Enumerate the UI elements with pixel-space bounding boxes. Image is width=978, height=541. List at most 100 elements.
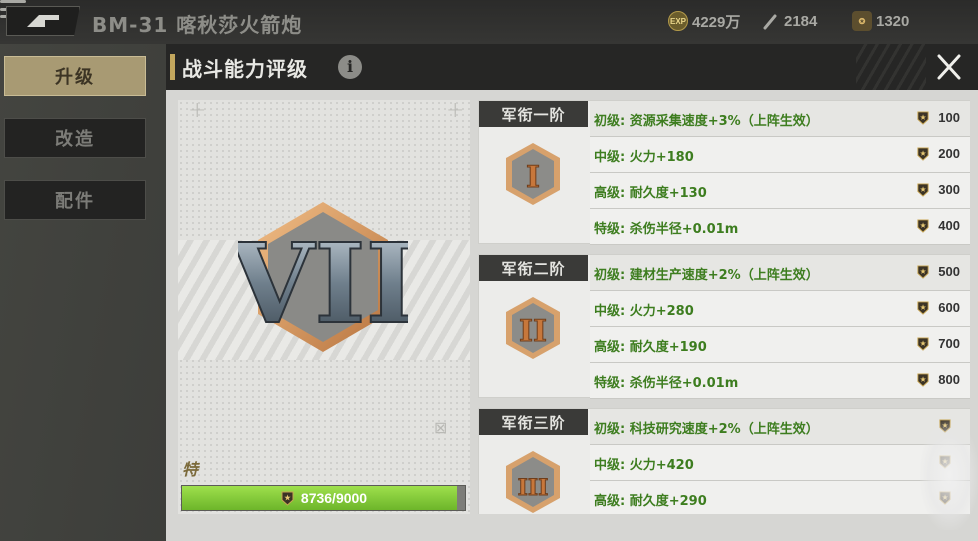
medal-value: 1320 bbox=[876, 12, 910, 30]
tier-card: 军衔二阶 II 初级: 建材生产速度+2%（上阵生效） ★ 500 中级: 火力… bbox=[478, 254, 970, 399]
sidebar-item-modify[interactable]: 改造 bbox=[4, 118, 146, 158]
medal-icon: ✪ bbox=[852, 11, 872, 31]
modal-body: + + VII ⊠ 特 ★ 8736/9000 军衔一阶 I 初级: 资源采集速… bbox=[166, 90, 978, 541]
progress-content: ★ 8736/9000 bbox=[182, 486, 465, 510]
close-button[interactable] bbox=[932, 52, 966, 82]
cost-value: 400 bbox=[938, 218, 960, 233]
svg-text:I: I bbox=[526, 160, 540, 195]
svg-text:III: III bbox=[518, 475, 549, 501]
medal-icon: ★ bbox=[915, 264, 930, 279]
parts-resource: 2184 bbox=[762, 10, 817, 32]
tier-bonus-row: 中级: 火力+280 ★ 600 bbox=[590, 291, 970, 327]
rank-emblem-panel: + + VII ⊠ bbox=[178, 98, 470, 514]
tier-badge-icon: II bbox=[506, 297, 560, 359]
medal-icon: ★ bbox=[915, 336, 930, 351]
unit-title: BM-31 喀秋莎火箭炮 bbox=[92, 13, 303, 37]
sidebar-item-label: 升级 bbox=[55, 67, 95, 88]
corner-mark-icon: ⊠ bbox=[434, 418, 448, 437]
bonus-text: 初级: 科技研究速度+2%（上阵生效） bbox=[594, 422, 819, 437]
tier-rows: 初级: 建材生产速度+2%（上阵生效） ★ 500 中级: 火力+280 ★ 6… bbox=[590, 255, 970, 399]
tier-badge: III bbox=[503, 449, 563, 514]
bonus-text: 初级: 资源采集速度+3%（上阵生效） bbox=[594, 114, 819, 129]
blurred-overlay bbox=[920, 420, 978, 530]
tier-badge: II bbox=[503, 295, 563, 365]
corner-plus-icon: + bbox=[446, 98, 465, 123]
medal-resource: ✪ 1320 bbox=[852, 10, 909, 32]
header-accent-bar bbox=[170, 54, 175, 80]
svg-text:★: ★ bbox=[284, 494, 291, 502]
tier-bonus-row: 特级: 杀伤半径+0.01m ★ 400 bbox=[590, 209, 970, 245]
cost-value: 300 bbox=[938, 182, 960, 197]
exp-value: 4229万 bbox=[692, 13, 741, 31]
tier-bonus-row: 初级: 资源采集速度+3%（上阵生效） ★ 100 bbox=[590, 101, 970, 137]
sidebar-item-upgrade[interactable]: 升级 bbox=[4, 56, 146, 96]
tier-title: 军衔二阶 bbox=[479, 255, 588, 281]
info-icon[interactable]: i bbox=[338, 55, 362, 79]
corner-plus-icon: + bbox=[188, 98, 207, 123]
tier-badge-icon: III bbox=[506, 451, 560, 513]
medal-icon: ★ bbox=[280, 491, 295, 506]
tier-bonus-row: 初级: 科技研究速度+2%（上阵生效） ★ bbox=[590, 409, 970, 445]
wrench-icon bbox=[763, 14, 777, 30]
medal-icon: ★ bbox=[915, 372, 930, 387]
medal-icon: ★ bbox=[915, 110, 930, 125]
bonus-cost: ★ 700 bbox=[915, 336, 960, 351]
cost-value: 100 bbox=[938, 110, 960, 125]
close-icon bbox=[937, 54, 961, 80]
bonus-cost: ★ 300 bbox=[915, 182, 960, 197]
medal-icon: ★ bbox=[915, 300, 930, 315]
combat-rating-modal: 战斗能力评级 i + + VII ⊠ 特 ★ 8736/9000 军衔一阶 I … bbox=[166, 44, 978, 541]
back-arrow-icon bbox=[27, 15, 59, 27]
medal-icon: ★ bbox=[915, 182, 930, 197]
tier-bonus-row: 高级: 耐久度+290 ★ bbox=[590, 481, 970, 514]
bonus-text: 特级: 杀伤半径+0.01m bbox=[594, 376, 739, 391]
cost-value: 700 bbox=[938, 336, 960, 351]
tier-rows: 初级: 资源采集速度+3%（上阵生效） ★ 100 中级: 火力+180 ★ 2… bbox=[590, 101, 970, 245]
modal-header: 战斗能力评级 i bbox=[166, 44, 978, 90]
progress-text: 8736/9000 bbox=[300, 490, 368, 506]
rank-progress-bar: ★ 8736/9000 bbox=[181, 485, 466, 511]
tier-bonus-row: 中级: 火力+180 ★ 200 bbox=[590, 137, 970, 173]
sidebar-item-parts[interactable]: 配件 bbox=[4, 180, 146, 220]
bonus-text: 高级: 耐久度+190 bbox=[594, 340, 707, 355]
bonus-cost: ★ 400 bbox=[915, 218, 960, 233]
tier-card: 军衔一阶 I 初级: 资源采集速度+3%（上阵生效） ★ 100 中级: 火力+… bbox=[478, 100, 970, 245]
rank-emblem-icon: VII bbox=[238, 202, 408, 352]
bonus-text: 初级: 建材生产速度+2%（上阵生效） bbox=[594, 268, 819, 283]
bonus-cost: ★ 800 bbox=[915, 372, 960, 387]
bonus-text: 特级: 杀伤半径+0.01m bbox=[594, 222, 739, 237]
rank-numeral: VII bbox=[238, 219, 408, 348]
bonus-text: 中级: 火力+280 bbox=[594, 304, 694, 319]
sidebar-item-label: 配件 bbox=[55, 191, 95, 212]
tier-list: 军衔一阶 I 初级: 资源采集速度+3%（上阵生效） ★ 100 中级: 火力+… bbox=[478, 100, 978, 514]
cost-value: 500 bbox=[938, 264, 960, 279]
medal-icon: ★ bbox=[915, 146, 930, 161]
bonus-cost: ★ 600 bbox=[915, 300, 960, 315]
tier-bonus-row: 中级: 火力+420 ★ bbox=[590, 445, 970, 481]
back-button[interactable] bbox=[6, 6, 80, 36]
sidebar-item-label: 改造 bbox=[55, 129, 95, 150]
cost-value: 800 bbox=[938, 372, 960, 387]
bonus-text: 中级: 火力+420 bbox=[594, 458, 694, 473]
tier-rows: 初级: 科技研究速度+2%（上阵生效） ★ 中级: 火力+420 ★ 高级: 耐… bbox=[590, 409, 970, 514]
exp-icon: EXP bbox=[668, 11, 688, 31]
bonus-cost: ★ 200 bbox=[915, 146, 960, 161]
tier-bonus-row: 高级: 耐久度+190 ★ 700 bbox=[590, 327, 970, 363]
bonus-text: 中级: 火力+180 bbox=[594, 150, 694, 165]
tier-bonus-row: 特级: 杀伤半径+0.01m ★ 800 bbox=[590, 363, 970, 399]
exp-resource: EXP 4229万 bbox=[668, 10, 740, 32]
bonus-text: 高级: 耐久度+130 bbox=[594, 186, 707, 201]
tier-title: 军衔一阶 bbox=[479, 101, 588, 127]
modal-title: 战斗能力评级 bbox=[182, 57, 308, 81]
tier-card: 军衔三阶 III 初级: 科技研究速度+2%（上阵生效） ★ 中级: 火力+42… bbox=[478, 408, 970, 514]
header-stripes bbox=[856, 44, 926, 90]
tier-bonus-row: 高级: 耐久度+130 ★ 300 bbox=[590, 173, 970, 209]
tier-badge-icon: I bbox=[506, 143, 560, 205]
parts-value: 2184 bbox=[784, 12, 818, 30]
bonus-cost: ★ 500 bbox=[915, 264, 960, 279]
bonus-cost: ★ 100 bbox=[915, 110, 960, 125]
bonus-text: 高级: 耐久度+290 bbox=[594, 494, 707, 509]
cost-value: 600 bbox=[938, 300, 960, 315]
tier-bonus-row: 初级: 建材生产速度+2%（上阵生效） ★ 500 bbox=[590, 255, 970, 291]
tier-badge: I bbox=[503, 141, 563, 211]
